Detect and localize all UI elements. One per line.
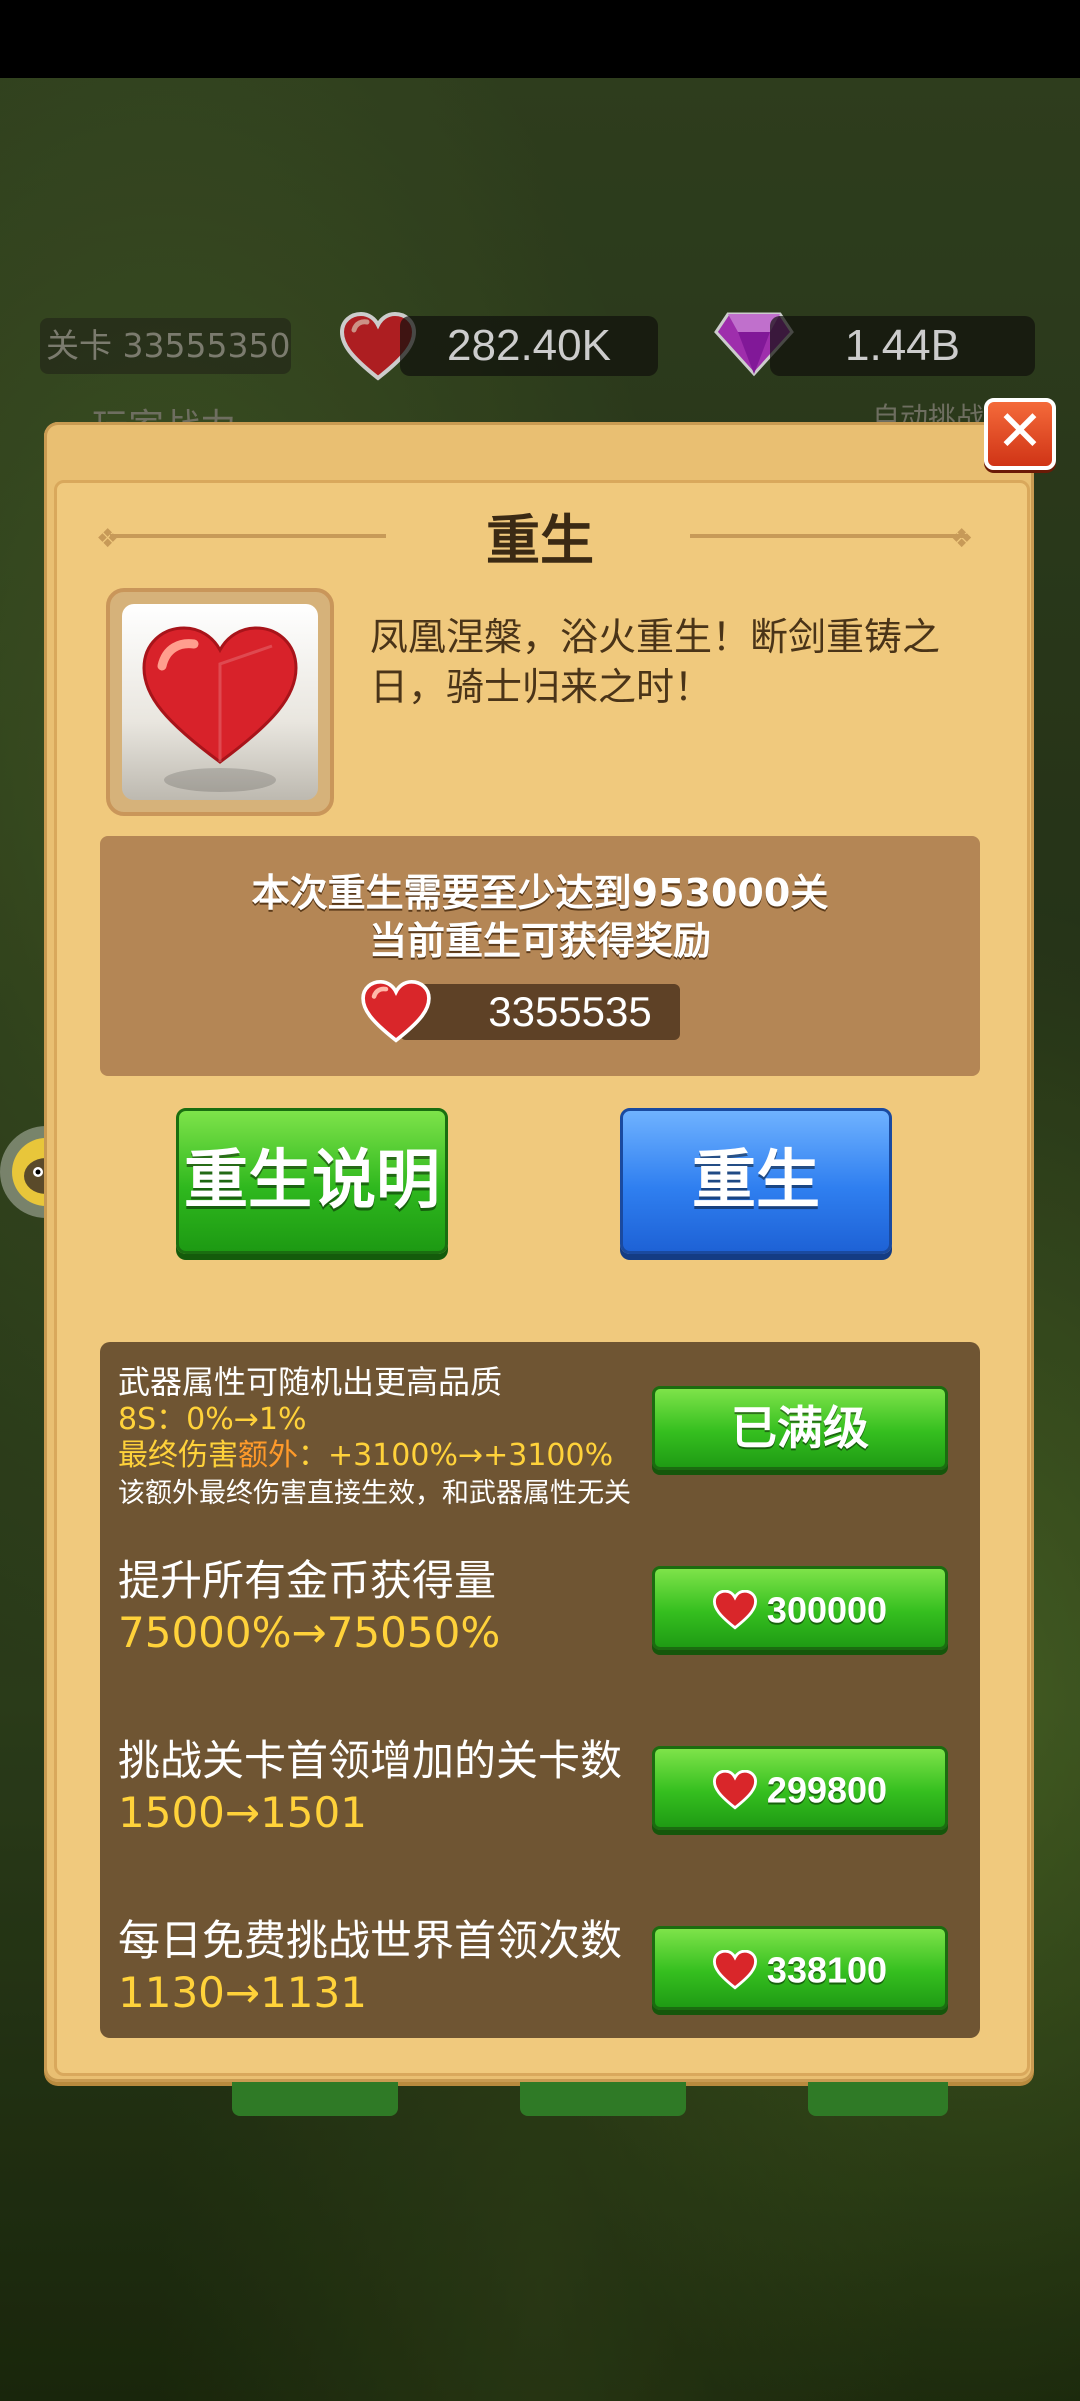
heart-icon (712, 1770, 757, 1811)
rebirth-description: 凤凰涅槃，浴火重生！断剑重铸之日，骑士归来之时！ (370, 615, 941, 709)
rebirth-button[interactable]: 重生 (620, 1108, 892, 1254)
upgrade-1-maxed-button[interactable]: 已满级 (652, 1386, 948, 1470)
upgrade-2-value: 75000%→75050% (118, 1608, 501, 1657)
reward-value: 3355535 (488, 988, 652, 1035)
upgrade-1-line1: 武器属性可随机出更高品质 (118, 1363, 503, 1401)
close-icon: ✕ (996, 399, 1044, 464)
upgrade-1-line2: 8S：0%→1% (118, 1402, 307, 1437)
requirement-text: 本次重生需要至少达到953000关 (251, 871, 829, 915)
heart-icon (712, 1590, 757, 1631)
upgrade-4-button[interactable]: 338100 (652, 1926, 948, 2010)
upgrade-4-value: 1130→1131 (118, 1968, 367, 2017)
close-button[interactable]: ✕ (984, 398, 1056, 470)
upgrade-4-title: 每日免费挑战世界首领次数 (118, 1916, 623, 1965)
rebirth-explain-button[interactable]: 重生说明 (176, 1108, 448, 1254)
background-tab-stub (808, 2082, 948, 2116)
dialog-title: 重生 (486, 509, 594, 572)
background-tab-stub (520, 2082, 686, 2116)
status-bar (0, 0, 1080, 78)
upgrade-3-button[interactable]: 299800 (652, 1746, 948, 1830)
heart-icon (142, 626, 298, 792)
rebirth-item-frame (106, 588, 334, 816)
upgrade-3-title: 挑战关卡首领增加的关卡数 (118, 1736, 623, 1785)
upgrade-2-title: 提升所有金币获得量 (118, 1556, 497, 1605)
heart-icon (712, 1950, 757, 1991)
upgrade-2-button[interactable]: 300000 (652, 1566, 948, 1650)
background-tab-stub (232, 2082, 398, 2116)
upgrade-1-note: 该额外最终伤害直接生效，和武器属性无关 (118, 1478, 631, 1509)
reward-label: 当前重生可获得奖励 (368, 919, 711, 963)
upgrade-1-line3: 最终伤害额外：+3100%→+3100% (118, 1438, 614, 1473)
upgrade-3-value: 1500→1501 (118, 1788, 367, 1837)
